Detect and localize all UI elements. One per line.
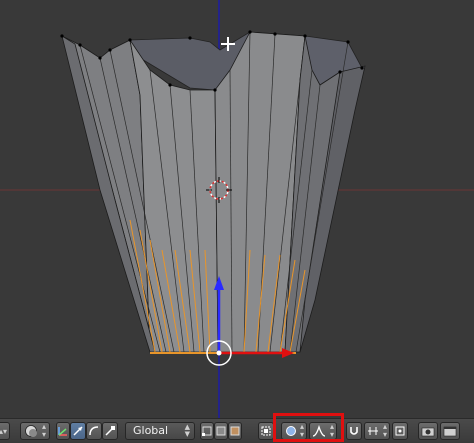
render-icon [421,427,435,437]
proportional-falloff-dropdown[interactable]: ▴ ▾ [309,422,337,440]
translate-button[interactable] [70,422,86,440]
magnet-icon [350,427,358,435]
chevron-updown-icon: ▴▾ [41,422,46,439]
scale-button[interactable] [102,422,118,440]
viewport-canvas[interactable] [0,0,474,418]
edge-select-icon [216,426,226,436]
vertex-select-button[interactable] [200,422,214,440]
transform-orientation-dropdown[interactable]: Global ▲ ▼ [125,422,195,440]
edge-select-button[interactable] [214,422,228,440]
snap-element-dropdown[interactable]: ▴ ▾ [364,422,390,440]
falloff-smooth-icon [312,425,326,437]
editor-type-menu[interactable]: ▴▾ [0,422,10,440]
translate-icon [73,426,83,436]
chevron-updown-icon: ▴▾ [382,422,387,439]
proportional-editing-dropdown[interactable]: ▴ ▾ [281,422,307,440]
snap-target-icon [395,426,405,436]
viewport-shading-button[interactable]: ▴ ▾ [20,422,50,440]
mesh-object[interactable] [60,30,366,354]
pivot-button[interactable] [56,422,70,440]
occlude-geometry-button[interactable] [258,422,274,440]
chevron-updown-icon: ▴▾ [329,422,334,439]
scale-icon [105,426,115,436]
vertex-select-icon [202,426,212,436]
orientation-value: Global [133,424,169,437]
chevron-updown-icon: ▴▾ [299,422,304,439]
snap-toggle-button[interactable] [346,422,362,440]
rotate-icon [89,426,99,436]
anim-render-icon [443,426,457,437]
render-button[interactable] [418,422,438,440]
shading-sphere-icon [25,425,37,437]
3d-view-header: ▴▾ ▴ ▾ Global ▲ ▼ ▴ ▾ ▴ ▾ ▴ ▾ [0,418,474,443]
face-select-button[interactable] [228,422,242,440]
face-select-icon [230,426,240,436]
chevron-updown-icon: ▲ ▼ [184,423,190,438]
anim-render-button[interactable] [440,422,460,440]
snap-target-button[interactable] [392,422,408,440]
snap-increment-icon [368,427,378,435]
proportional-editing-icon [286,426,296,436]
rotate-button[interactable] [86,422,102,440]
manipulator-toggle-icon [58,427,67,436]
3d-viewport[interactable] [0,0,474,418]
occlude-geometry-icon [261,426,271,436]
chevron-updown-icon: ▴▾ [0,427,8,436]
